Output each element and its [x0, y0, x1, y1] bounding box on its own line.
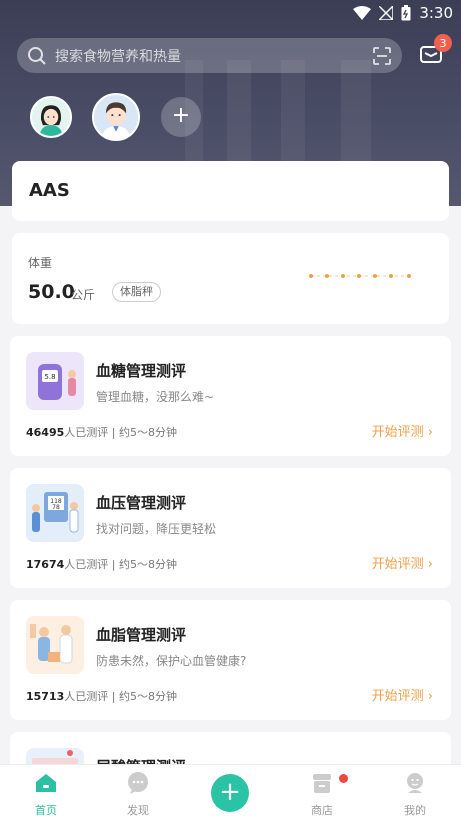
chat-bubble-icon [128, 772, 148, 794]
tab-shop-label: 商店 [311, 804, 333, 817]
test-title: 血糖管理测评 [96, 362, 187, 380]
tab-home[interactable]: 首页 [16, 771, 76, 818]
scan-icon[interactable] [372, 46, 392, 66]
chevron-right-icon: › [427, 557, 433, 572]
tab-mine-label: 我的 [404, 804, 426, 817]
tester-count-suffix: 人已测评 [64, 426, 109, 439]
status-time: 3:30 [419, 4, 453, 22]
shop-notification-dot [339, 774, 348, 783]
female-avatar-icon [32, 98, 70, 136]
blood-sugar-illustration: 5.8 [26, 352, 84, 410]
test-subtitle: 找对问题，降压更轻松 [96, 522, 217, 536]
tab-discover-label: 发现 [127, 804, 149, 817]
profile-card[interactable]: AAS [12, 161, 449, 221]
weight-card[interactable]: 体重 50.0 公斤 体脂秤 [12, 233, 449, 324]
chevron-right-icon: › [427, 689, 433, 704]
family-avatar-female[interactable] [30, 96, 72, 138]
test-duration: 约5～8分钟 [118, 426, 177, 439]
weight-trend-sparkline [309, 274, 411, 278]
profile-name: AAS [29, 180, 70, 201]
start-test-label: 开始评测 [371, 689, 424, 704]
weight-unit: 公斤 [71, 288, 96, 302]
test-duration: 约5～8分钟 [118, 558, 177, 571]
test-meta: 46495人已测评 | 约5～8分钟 [26, 426, 177, 439]
test-card-blood-sugar[interactable]: 5.8 血糖管理测评 管理血糖，没那么难~ 46495人已测评 | 约5～8分钟… [10, 336, 451, 456]
male-avatar-icon [94, 95, 138, 139]
tab-home-label: 首页 [35, 804, 57, 817]
tester-count: 17674 [26, 558, 65, 571]
blood-lipid-illustration [26, 616, 84, 674]
battery-icon [401, 5, 411, 21]
user-icon [407, 773, 423, 793]
test-card-blood-lipid[interactable]: 血脂管理测评 防患未然，保护心血管健康? 15713人已测评 | 约5～8分钟 … [10, 600, 451, 720]
start-test-button[interactable]: 开始评测 › [372, 685, 433, 704]
test-duration: 约5～8分钟 [118, 690, 177, 703]
start-test-button[interactable]: 开始评测 › [372, 421, 433, 440]
status-bar: 3:30 [0, 0, 461, 26]
chevron-right-icon: › [427, 425, 433, 440]
weight-value: 50.0 [28, 281, 75, 303]
tester-count-suffix: 人已测评 [64, 558, 109, 571]
search-bar[interactable]: 搜索食物营养和热量 [17, 38, 402, 73]
search-icon [28, 46, 46, 65]
test-title: 血脂管理测评 [96, 626, 187, 644]
home-icon [36, 774, 56, 792]
test-meta: 15713人已测评 | 约5～8分钟 [26, 690, 177, 703]
tester-count-suffix: 人已测评 [64, 690, 109, 703]
blood-pressure-illustration: 118 78 [26, 484, 84, 542]
test-subtitle: 管理血糖，没那么难~ [96, 390, 215, 404]
start-test-label: 开始评测 [371, 425, 424, 440]
search-placeholder: 搜索食物营养和热量 [55, 48, 181, 65]
test-title: 血压管理测评 [96, 494, 187, 512]
tab-discover[interactable]: 发现 [108, 771, 168, 818]
message-badge: 3 [434, 34, 452, 52]
svg-text:78: 78 [52, 504, 60, 511]
family-avatar-male[interactable] [92, 93, 140, 141]
test-meta: 17674人已测评 | 约5～8分钟 [26, 558, 177, 571]
test-subtitle: 防患未然，保护心血管健康? [96, 654, 247, 668]
add-record-button[interactable]: + [211, 774, 249, 812]
signal-icon [379, 6, 394, 20]
tester-count: 15713 [26, 690, 65, 703]
add-family-member-button[interactable]: + [161, 97, 201, 137]
tester-count: 46495 [26, 426, 65, 439]
start-test-label: 开始评测 [371, 557, 424, 572]
svg-text:5.8: 5.8 [44, 373, 55, 381]
store-icon [313, 774, 331, 793]
device-tag: 体脂秤 [112, 282, 161, 302]
bottom-tab-bar: 首页 发现 + 商店 我的 [0, 764, 461, 819]
start-test-button[interactable]: 开始评测 › [372, 553, 433, 572]
test-card-blood-pressure[interactable]: 118 78 血压管理测评 找对问题，降压更轻松 17674人已测评 | 约5～8… [10, 468, 451, 588]
tab-mine[interactable]: 我的 [385, 771, 445, 818]
wifi-icon [353, 6, 372, 20]
weight-label: 体重 [28, 256, 53, 270]
